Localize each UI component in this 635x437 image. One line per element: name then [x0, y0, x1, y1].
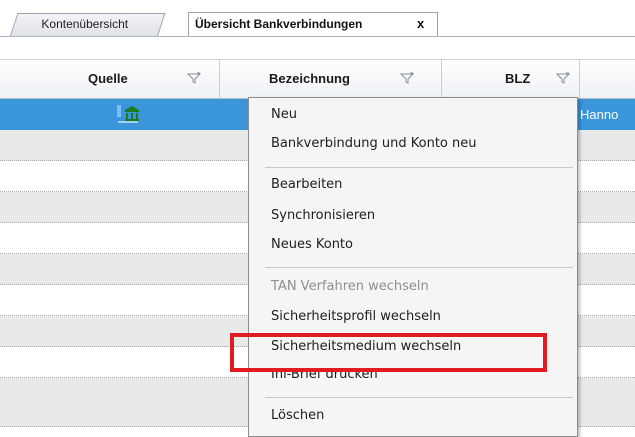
tab-baseline [0, 36, 635, 37]
column-header-extra[interactable] [580, 60, 635, 98]
column-header-blz[interactable]: BLZ [442, 60, 580, 98]
tab-label: Übersicht Bankverbindungen [195, 17, 363, 31]
menu-item-tan-verfahren-wechseln: TAN Verfahren wechseln [271, 279, 429, 294]
row-location-text: Hanno [580, 107, 619, 122]
column-label: Quelle [88, 71, 128, 86]
menu-item-loeschen[interactable]: Löschen [271, 408, 324, 423]
filter-icon[interactable] [400, 72, 414, 84]
menu-separator [265, 167, 573, 168]
context-menu: Neu Bankverbindung und Konto neu Bearbei… [248, 97, 578, 437]
menu-item-synchronisieren[interactable]: Synchronisieren [271, 208, 375, 223]
bank-building-icon [117, 105, 139, 123]
filter-icon[interactable] [556, 72, 570, 84]
tab-strip: Kontenübersicht Übersicht Bankverbindung… [0, 0, 635, 42]
menu-item-bankverbindung-und-konto-neu[interactable]: Bankverbindung und Konto neu [271, 136, 477, 151]
tab-kontenuebersicht[interactable]: Kontenübersicht [10, 13, 166, 36]
menu-item-sicherheitsmedium-wechseln[interactable]: Sicherheitsmedium wechseln [271, 339, 461, 354]
column-label: Bezeichnung [269, 71, 350, 86]
menu-separator [265, 267, 573, 268]
column-label: BLZ [505, 71, 531, 86]
menu-item-ini-brief-drucken[interactable]: Ini-Brief drucken [271, 367, 378, 382]
column-header-bezeichnung[interactable]: Bezeichnung [220, 60, 442, 98]
filter-icon[interactable] [187, 72, 201, 84]
menu-separator [265, 397, 573, 398]
tab-close-icon[interactable]: x [417, 16, 424, 31]
column-header-quelle[interactable]: Quelle [0, 60, 220, 98]
menu-item-neues-konto[interactable]: Neues Konto [271, 237, 353, 252]
menu-item-bearbeiten[interactable]: Bearbeiten [271, 177, 342, 192]
tab-label: Kontenübersicht [41, 17, 129, 31]
grid-header: Quelle Bezeichnung BLZ [0, 59, 635, 99]
menu-item-sicherheitsprofil-wechseln[interactable]: Sicherheitsprofil wechseln [271, 309, 441, 324]
menu-item-neu[interactable]: Neu [271, 107, 297, 122]
tab-uebersicht-bankverbindungen[interactable]: Übersicht Bankverbindungen x [188, 12, 438, 37]
